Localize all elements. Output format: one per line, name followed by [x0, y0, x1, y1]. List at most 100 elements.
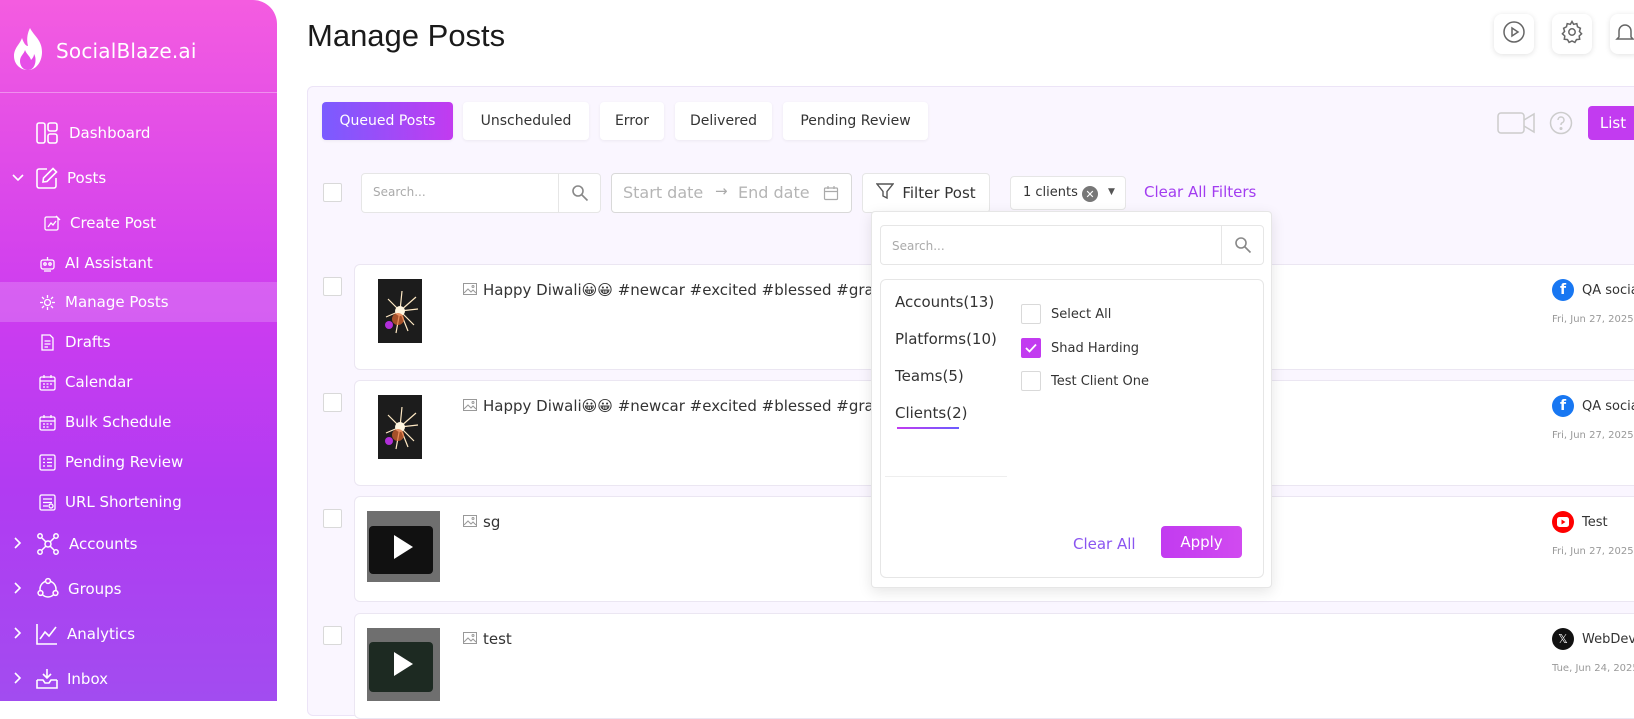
post-thumbnail[interactable] — [378, 395, 422, 459]
post-caption: test — [483, 630, 512, 648]
post-checkbox[interactable] — [323, 626, 342, 645]
facebook-icon: f — [1552, 279, 1574, 301]
select-all-posts-checkbox[interactable] — [323, 183, 342, 202]
play-icon — [391, 650, 415, 682]
checkbox[interactable] — [1021, 304, 1041, 324]
sidebar-item-ai-assistant[interactable]: AI Assistant — [0, 243, 277, 283]
dropdown-body: Accounts(13) Platforms(10) Teams(5) Clie… — [880, 279, 1264, 578]
end-date-input[interactable]: End date — [738, 183, 810, 202]
list-view-button[interactable]: List — [1588, 106, 1634, 140]
sidebar-item-dashboard[interactable]: Dashboard — [0, 113, 277, 153]
option-shad-harding[interactable]: Shad Harding — [1021, 338, 1139, 358]
sidebar-item-bulk-schedule[interactable]: Bulk Schedule — [0, 402, 277, 442]
x-icon: 𝕏 — [1552, 628, 1574, 650]
post-checkbox[interactable] — [323, 277, 342, 296]
sidebar-item-label: Posts — [67, 169, 107, 187]
clients-tag: 1 clients — [1023, 185, 1078, 200]
checkbox-checked[interactable] — [1021, 338, 1041, 358]
sidebar-item-calendar[interactable]: Calendar — [0, 362, 277, 402]
post-date: Fri, Jun 27, 2025 1: — [1552, 546, 1634, 557]
sidebar-item-pending-review[interactable]: Pending Review — [0, 442, 277, 482]
clear-all-filters-link[interactable]: Clear All Filters — [1144, 183, 1256, 201]
sidebar-item-drafts[interactable]: Drafts — [0, 322, 277, 362]
inbox-icon — [35, 667, 59, 691]
post-card[interactable] — [354, 613, 1634, 719]
video-camera-icon[interactable] — [1497, 111, 1535, 139]
active-category-underline — [897, 427, 959, 429]
apply-button[interactable]: Apply — [1161, 526, 1242, 558]
date-range-picker[interactable]: Start date → End date — [611, 173, 852, 213]
sidebar-item-label: AI Assistant — [65, 254, 153, 272]
tab-unscheduled[interactable]: Unscheduled — [463, 102, 589, 140]
review-icon — [39, 453, 56, 471]
settings-button[interactable] — [1552, 14, 1592, 54]
filter-dropdown: Search... Accounts(13) Platforms(10) Tea… — [871, 211, 1272, 588]
tab-queued-posts[interactable]: Queued Posts — [322, 102, 453, 140]
create-post-icon — [44, 215, 61, 232]
filter-post-button[interactable]: Filter Post — [862, 173, 990, 213]
sidebar-item-label: Drafts — [65, 333, 111, 351]
sidebar: SocialBlaze.ai Dashboard Posts Create Po… — [0, 0, 277, 701]
sidebar-item-manage-posts[interactable]: Manage Posts — [0, 282, 277, 322]
help-icon[interactable] — [1549, 111, 1573, 139]
post-date: Fri, Jun 27, 2025 1: — [1552, 430, 1634, 441]
post-checkbox[interactable] — [323, 509, 342, 528]
sidebar-item-analytics[interactable]: Analytics — [0, 614, 277, 654]
image-icon — [463, 281, 477, 299]
bell-icon — [1613, 20, 1634, 48]
manage-icon — [39, 294, 56, 311]
search-button[interactable] — [558, 174, 600, 212]
caret-down-icon: ▼ — [1108, 187, 1115, 197]
dropdown-clear-all-button[interactable]: Clear All — [1073, 535, 1136, 553]
sidebar-item-label: Calendar — [65, 373, 133, 391]
filter-icon — [875, 182, 895, 204]
post-account: 𝕏 WebDevT — [1552, 628, 1634, 650]
option-select-all[interactable]: Select All — [1021, 304, 1111, 324]
video-thumbnail[interactable] — [367, 511, 440, 582]
calendar-icon — [823, 185, 839, 205]
sidebar-item-create-post[interactable]: Create Post — [0, 203, 277, 243]
clients-filter-select[interactable]: 1 clients ✕ ▼ — [1010, 176, 1126, 210]
calendar-icon — [39, 414, 56, 431]
sidebar-item-posts[interactable]: Posts — [0, 158, 277, 198]
check-icon — [1025, 343, 1037, 353]
sidebar-item-groups[interactable]: Groups — [0, 569, 277, 609]
chevron-right-icon — [12, 626, 24, 642]
close-icon[interactable]: ✕ — [1082, 186, 1098, 202]
chevron-right-icon — [12, 581, 24, 597]
edit-icon — [36, 167, 58, 189]
category-accounts[interactable]: Accounts(13) — [895, 293, 994, 311]
search-input[interactable]: Search... — [373, 185, 426, 199]
checkbox[interactable] — [1021, 371, 1041, 391]
sidebar-item-inbox[interactable]: Inbox — [0, 659, 277, 699]
video-thumbnail[interactable] — [367, 628, 440, 701]
notifications-button[interactable] — [1610, 14, 1634, 54]
sidebar-item-accounts[interactable]: Accounts — [0, 524, 277, 564]
page-title: Manage Posts — [307, 18, 506, 53]
post-text: test — [463, 630, 512, 648]
dropdown-search-input[interactable]: Search... — [892, 239, 945, 253]
account-name: QA socia — [1582, 282, 1634, 298]
post-text: sg — [463, 513, 500, 531]
tab-delivered[interactable]: Delivered — [675, 102, 772, 140]
post-checkbox[interactable] — [323, 393, 342, 412]
sidebar-item-label: Analytics — [67, 625, 136, 643]
arrow-right-icon: → — [715, 182, 728, 200]
tab-error[interactable]: Error — [600, 102, 664, 140]
category-platforms[interactable]: Platforms(10) — [895, 330, 997, 348]
tutorial-button[interactable] — [1494, 14, 1534, 54]
start-date-input[interactable]: Start date — [623, 183, 703, 202]
post-text: Happy Diwali😀😀 #newcar #excited #blessed… — [463, 281, 894, 299]
dropdown-search-button[interactable] — [1221, 226, 1263, 264]
tab-pending-review[interactable]: Pending Review — [783, 102, 928, 140]
dashboard-icon — [36, 122, 58, 144]
option-label: Test Client One — [1051, 373, 1149, 389]
robot-icon — [39, 255, 56, 272]
sidebar-item-label: URL Shortening — [65, 493, 182, 511]
category-teams[interactable]: Teams(5) — [895, 367, 964, 385]
option-test-client-one[interactable]: Test Client One — [1021, 371, 1149, 391]
logo[interactable]: SocialBlaze.ai — [12, 26, 197, 76]
category-clients[interactable]: Clients(2) — [895, 404, 968, 422]
sidebar-item-url-shortening[interactable]: URL Shortening — [0, 482, 277, 522]
post-thumbnail[interactable] — [378, 279, 422, 343]
